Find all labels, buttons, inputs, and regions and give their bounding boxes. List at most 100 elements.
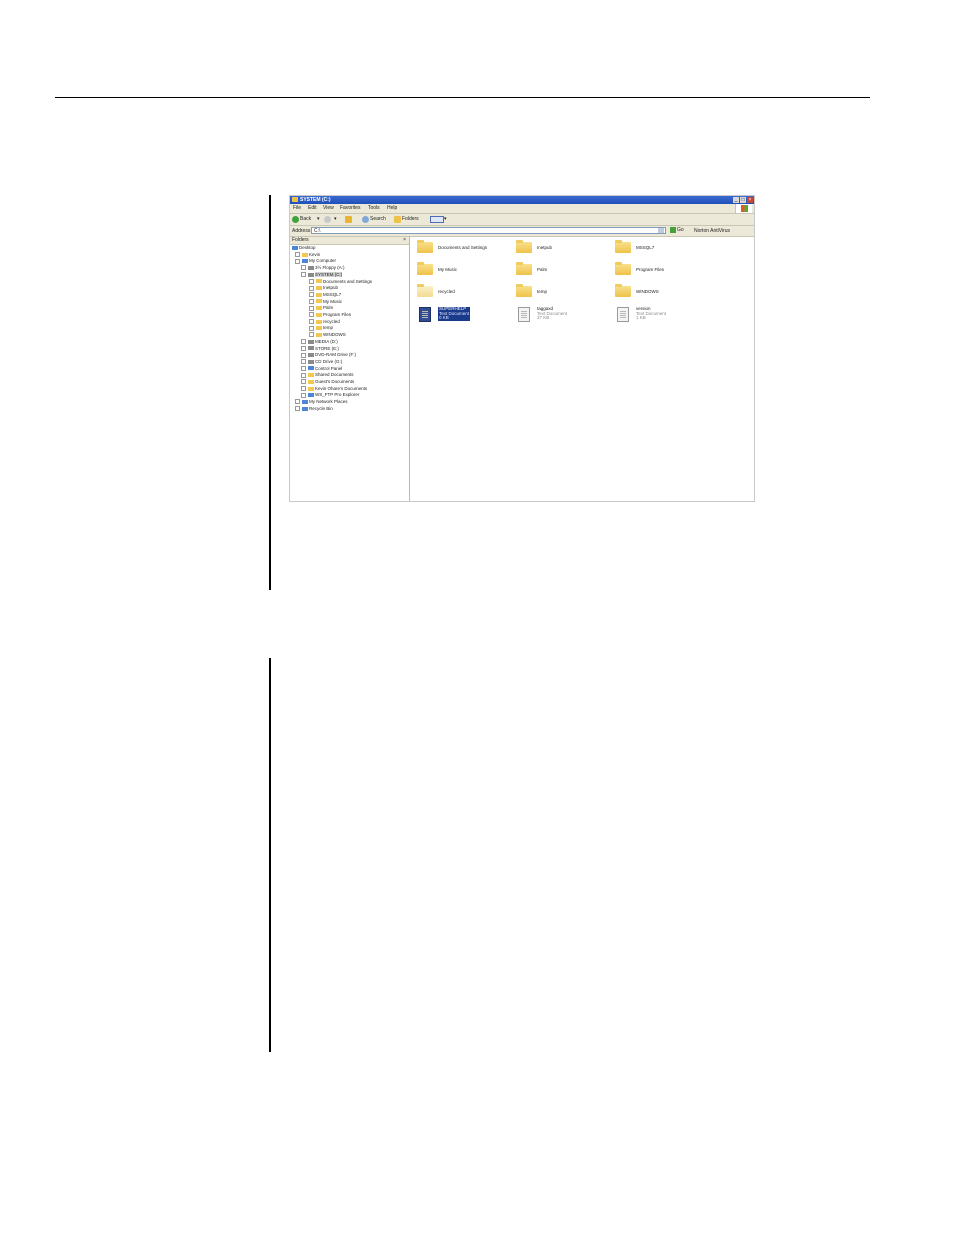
tree-item[interactable]: WS_FTP Pro Explorer [301, 392, 359, 398]
tree-item[interactable]: Program Files [309, 312, 351, 318]
file-item[interactable]: version Text Document 1 KB [612, 306, 707, 322]
menu-view[interactable]: View [323, 206, 334, 211]
tree-item[interactable]: temp [309, 325, 333, 331]
address-field[interactable]: C:\ [311, 227, 666, 234]
expand-toggle-icon[interactable] [301, 386, 306, 391]
folder-item[interactable]: Program Files [612, 262, 707, 277]
tree-item[interactable]: STORE (E:) [301, 346, 339, 352]
menu-tools[interactable]: Tools [368, 206, 380, 211]
expand-toggle-icon[interactable] [309, 292, 314, 298]
tree-item-label: Shared Documents [315, 372, 354, 378]
address-dropdown[interactable] [658, 228, 664, 233]
expand-toggle-icon[interactable] [295, 252, 300, 257]
menu-favorites[interactable]: Favorites [340, 206, 361, 211]
title-bar[interactable]: SYSTEM (C:) _ □ × [290, 196, 754, 204]
tree-item-label: My Music [323, 298, 342, 304]
expand-toggle-icon[interactable] [295, 406, 300, 412]
forward-dropdown[interactable]: ▾ [334, 216, 337, 223]
tree-item[interactable]: DVD-RAM Drive (F:) [301, 352, 356, 358]
tree-item-label: DVD-RAM Drive (F:) [315, 352, 356, 358]
folders-pane-header: Folders × [290, 237, 409, 245]
expand-toggle-icon[interactable] [301, 352, 306, 358]
tree-item[interactable]: My Network Places [295, 399, 348, 405]
item-name: Documents and Settings [438, 245, 488, 250]
tree-item[interactable]: Kevin [295, 252, 320, 258]
file-item[interactable]: SUPERHELP Text Document 0 KB [414, 306, 509, 322]
tree-item[interactable]: Shared Documents [301, 372, 354, 378]
tree-item[interactable]: WINDOWS [309, 332, 346, 338]
back-button[interactable]: Back [292, 216, 311, 223]
tree-item[interactable]: Kevin Ohare's Documents [301, 386, 367, 392]
tree-item[interactable]: Documents and Settings [309, 279, 372, 285]
close-button[interactable]: × [747, 197, 753, 203]
folder-item[interactable]: Palm [513, 262, 608, 277]
tree-item-label: SYSTEM (C:) [315, 271, 343, 277]
back-dropdown[interactable]: ▾ [317, 216, 320, 223]
expand-toggle-icon[interactable] [301, 339, 306, 345]
folder-item[interactable]: Documents and Settings [414, 240, 509, 255]
expand-toggle-icon[interactable] [295, 258, 300, 264]
expand-toggle-icon[interactable] [301, 345, 306, 351]
folder-icon [316, 312, 322, 317]
text-document-icon [518, 307, 530, 322]
tree-item[interactable]: My Computer [295, 258, 336, 264]
expand-toggle-icon[interactable] [309, 278, 314, 284]
folder-icon [417, 240, 433, 253]
tree-item[interactable]: MSSQL7 [309, 292, 341, 298]
tree-item[interactable]: 3½ Floppy (A:) [301, 265, 345, 271]
tree-item[interactable]: recycled [309, 319, 340, 325]
expand-toggle-icon[interactable] [309, 332, 314, 338]
maximize-button[interactable]: □ [740, 197, 746, 203]
file-item[interactable]: taggaxd Text Document 37 KB [513, 306, 608, 322]
go-button[interactable]: Go [670, 227, 684, 234]
tree-item[interactable]: Inetpub [309, 285, 338, 291]
folders-button[interactable]: Folders [394, 216, 419, 223]
expand-toggle-icon[interactable] [301, 272, 306, 278]
text-document-icon [617, 307, 629, 322]
folders-pane-close-button[interactable]: × [403, 237, 406, 243]
up-folder-button[interactable] [345, 216, 353, 223]
expand-toggle-icon[interactable] [301, 392, 306, 398]
folder-item[interactable]: WINDOWS [612, 284, 707, 299]
folder-icon [615, 240, 631, 253]
expand-toggle-icon[interactable] [295, 399, 300, 405]
tree-item[interactable]: Palm [309, 305, 333, 311]
expand-toggle-icon[interactable] [309, 319, 314, 324]
expand-toggle-icon[interactable] [309, 305, 314, 311]
tree-item[interactable]: Control Panel [301, 366, 342, 372]
views-button[interactable] [430, 216, 444, 223]
norton-antivirus-button[interactable]: Norton AntiVirus [694, 228, 730, 234]
folder-item[interactable]: temp [513, 284, 608, 299]
tree-item[interactable]: Recycle Bin [295, 406, 333, 412]
folder-item[interactable]: My Music [414, 262, 509, 277]
menu-file[interactable]: File [293, 206, 301, 211]
minimize-button[interactable]: _ [733, 197, 739, 203]
menu-help[interactable]: Help [387, 206, 397, 211]
tree-item-label: WS_FTP Pro Explorer [315, 392, 360, 398]
expand-toggle-icon[interactable] [309, 325, 314, 331]
views-dropdown[interactable]: ▾ [444, 216, 447, 223]
expand-toggle-icon[interactable] [309, 312, 314, 318]
tree-item[interactable]: CD Drive (G:) [301, 359, 342, 365]
expand-toggle-icon[interactable] [301, 265, 306, 271]
forward-button[interactable] [324, 216, 332, 223]
expand-toggle-icon[interactable] [301, 359, 306, 365]
tree-item[interactable]: Desktop [292, 245, 316, 251]
expand-toggle-icon[interactable] [301, 372, 306, 378]
search-button[interactable]: Search [362, 216, 386, 223]
expand-toggle-icon[interactable] [301, 365, 306, 371]
control-panel-icon [308, 366, 314, 371]
expand-toggle-icon[interactable] [301, 379, 306, 385]
folder-item[interactable]: recycled [414, 284, 509, 299]
folder-icon [308, 386, 314, 391]
tree-item[interactable]: My Music [309, 299, 342, 305]
menu-edit[interactable]: Edit [308, 206, 317, 211]
expand-toggle-icon[interactable] [309, 298, 314, 304]
folder-item[interactable]: MSSQL7 [612, 240, 707, 255]
tree-item[interactable]: Guest's Documents [301, 379, 354, 385]
explorer-screenshot: SYSTEM (C:) _ □ × File Edit View Favorit… [289, 195, 755, 502]
tree-item[interactable]: SYSTEM (C:) [301, 271, 343, 278]
expand-toggle-icon[interactable] [309, 285, 314, 291]
tree-item[interactable]: MEDIA (D:) [301, 339, 338, 345]
folder-item[interactable]: Inetpub [513, 240, 608, 255]
